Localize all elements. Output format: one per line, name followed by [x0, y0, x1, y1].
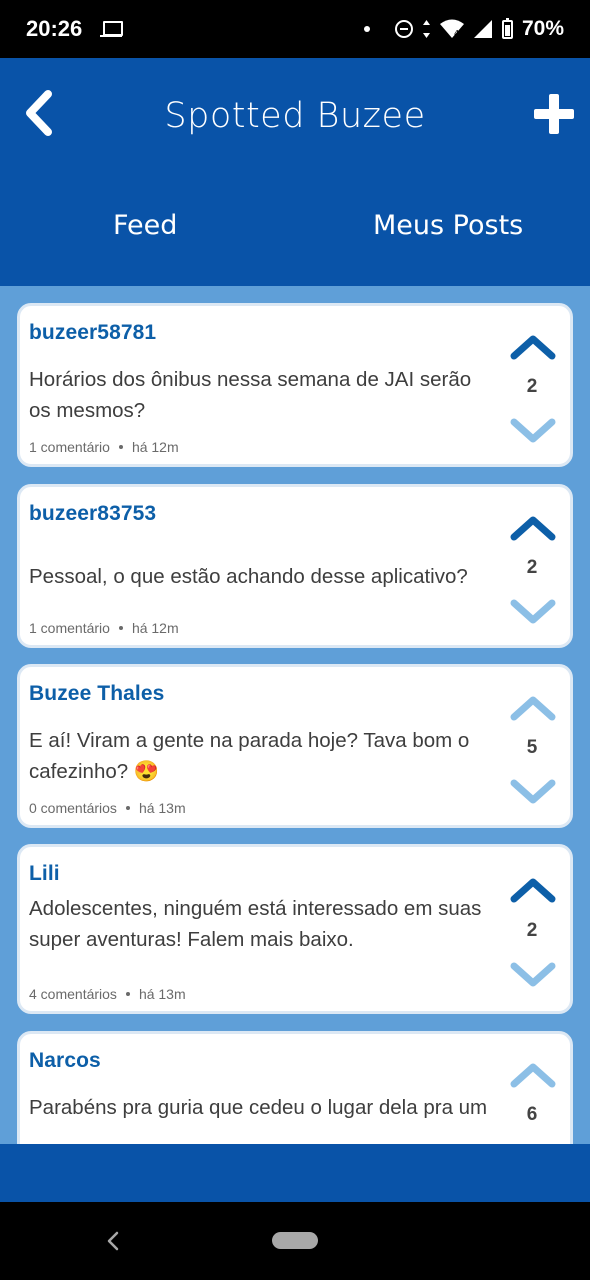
- battery-percent: 70%: [521, 17, 564, 40]
- post-time: há 13m: [138, 986, 186, 1002]
- bottom-bar: [0, 1144, 590, 1202]
- notification-dot-icon: [363, 26, 370, 32]
- page-title: Spotted Buzee: [164, 96, 426, 136]
- svg-text:4: 4: [454, 29, 459, 38]
- chevron-down-icon[interactable]: [510, 599, 556, 625]
- separator-dot: [118, 444, 123, 449]
- post-card[interactable]: Buzee Thales E aí! Viram a gente na para…: [17, 664, 573, 828]
- post-author[interactable]: Lili: [29, 862, 60, 886]
- vote-count: 5: [526, 737, 538, 758]
- post-meta: 1 comentário há 12m: [29, 620, 179, 636]
- comment-count[interactable]: 1 comentário: [29, 620, 110, 636]
- data-arrows-icon: [422, 20, 430, 38]
- post-text: Adolescentes, ninguém está interessado e…: [29, 897, 482, 951]
- post-time: há 13m: [138, 800, 186, 816]
- chevron-down-icon[interactable]: [510, 779, 556, 805]
- plus-icon[interactable]: [534, 94, 574, 134]
- post-text: Parabéns pra guria que cedeu o lugar del…: [29, 1096, 488, 1119]
- status-icons: 4 70%: [363, 17, 564, 41]
- tab-meus-posts[interactable]: Meus Posts: [373, 210, 523, 241]
- comment-count[interactable]: 1 comentário: [29, 439, 110, 455]
- post-meta: 0 comentários há 13m: [29, 800, 186, 816]
- app-header: Spotted Buzee Feed Meus Posts: [0, 58, 590, 286]
- do-not-disturb-icon: [394, 20, 413, 38]
- chevron-up-icon[interactable]: [510, 1062, 556, 1088]
- tab-feed[interactable]: Feed: [113, 210, 177, 241]
- chevron-up-icon[interactable]: [510, 695, 556, 721]
- post-text: E aí! Viram a gente na parada hoje? Tava…: [29, 729, 470, 783]
- post-card[interactable]: Narcos Parabéns pra guria que cedeu o lu…: [17, 1031, 573, 1144]
- post-card[interactable]: Lili Adolescentes, ninguém está interess…: [17, 844, 573, 1014]
- post-card[interactable]: buzeer83753 Pessoal, o que estão achando…: [17, 484, 573, 648]
- chevron-up-icon[interactable]: [510, 334, 556, 360]
- chevron-down-icon[interactable]: [510, 962, 556, 988]
- post-time: há 12m: [131, 620, 179, 636]
- post-meta: 4 comentários há 13m: [29, 986, 186, 1002]
- post-author[interactable]: buzeer58781: [29, 321, 156, 345]
- chevron-down-icon[interactable]: [510, 418, 556, 444]
- system-nav-bar: [0, 1202, 590, 1280]
- chevron-up-icon[interactable]: [510, 515, 556, 541]
- vote-count: 2: [526, 557, 538, 578]
- post-author[interactable]: Narcos: [29, 1049, 101, 1073]
- vote-count: 6: [526, 1104, 538, 1125]
- post-author[interactable]: Buzee Thales: [29, 682, 164, 706]
- chevron-up-icon[interactable]: [510, 877, 556, 903]
- separator-dot: [125, 991, 130, 996]
- wifi-icon: 4: [439, 19, 464, 38]
- comment-count[interactable]: 4 comentários: [29, 986, 117, 1002]
- home-pill-icon[interactable]: [272, 1232, 318, 1249]
- comment-count[interactable]: 0 comentários: [29, 800, 117, 816]
- vote-count: 2: [526, 920, 538, 941]
- separator-dot: [118, 625, 123, 630]
- cell-signal-icon: [473, 20, 492, 38]
- battery-icon: [501, 17, 513, 39]
- post-text: Horários dos ônibus nessa semana de JAI …: [29, 368, 472, 422]
- post-author[interactable]: buzeer83753: [29, 502, 156, 526]
- status-bar: 20:26 4 70%: [0, 0, 590, 58]
- vote-count: 2: [526, 376, 538, 397]
- status-time: 20:26: [26, 16, 83, 41]
- feed-list[interactable]: buzeer58781 Horários dos ônibus nessa se…: [0, 286, 590, 1144]
- separator-dot: [125, 805, 130, 810]
- post-time: há 12m: [131, 439, 179, 455]
- post-card[interactable]: buzeer58781 Horários dos ônibus nessa se…: [17, 303, 573, 467]
- post-meta: 1 comentário há 12m: [29, 439, 179, 455]
- post-text: Pessoal, o que estão achando desse aplic…: [29, 565, 468, 588]
- laptop-icon: [100, 21, 124, 37]
- nav-back-icon[interactable]: [104, 1230, 122, 1252]
